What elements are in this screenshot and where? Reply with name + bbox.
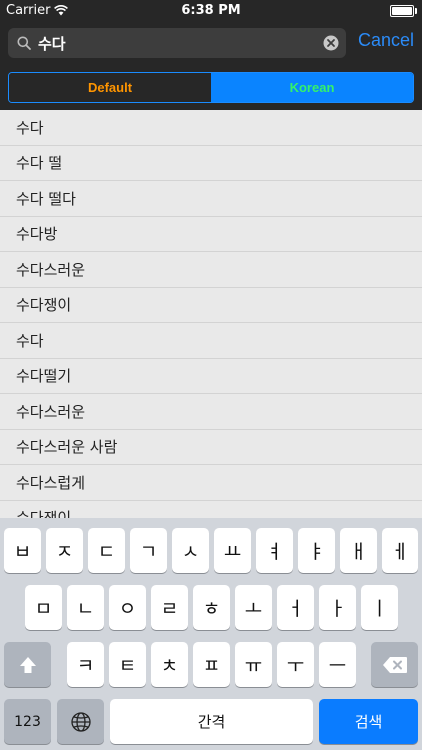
globe-icon bbox=[70, 711, 91, 732]
numbers-key[interactable]: 123 bbox=[4, 699, 51, 744]
list-item[interactable]: 수다스러운 bbox=[0, 252, 422, 288]
shift-key[interactable] bbox=[4, 642, 51, 687]
list-item[interactable]: 수다스럽게 bbox=[0, 465, 422, 501]
key[interactable]: ㅌ bbox=[109, 642, 146, 687]
korean-keyboard: ㅂ ㅈ ㄷ ㄱ ㅅ ㅛ ㅕ ㅑ ㅐ ㅔ ㅁ ㄴ ㅇ ㄹ ㅎ ㅗ ㅓ ㅏ ㅣ ㅋ … bbox=[0, 518, 422, 750]
key[interactable]: ㅜ bbox=[277, 642, 314, 687]
list-item[interactable]: 수다 떨다 bbox=[0, 181, 422, 217]
key[interactable]: ㄴ bbox=[67, 585, 104, 630]
list-item[interactable]: 수다 떨 bbox=[0, 146, 422, 181]
key[interactable]: ㄷ bbox=[88, 528, 125, 573]
list-item[interactable]: 수다 bbox=[0, 110, 422, 146]
segment-default[interactable]: Default bbox=[9, 73, 211, 102]
segmented-control: Default Korean bbox=[8, 72, 414, 103]
scope-bar: Default Korean bbox=[0, 66, 422, 110]
wifi-icon bbox=[54, 5, 69, 16]
key[interactable]: ㅑ bbox=[298, 528, 335, 573]
key[interactable]: ㅠ bbox=[235, 642, 272, 687]
globe-key[interactable] bbox=[57, 699, 104, 744]
backspace-key[interactable] bbox=[371, 642, 418, 687]
key[interactable]: ㅁ bbox=[25, 585, 62, 630]
key[interactable]: ㅈ bbox=[46, 528, 83, 573]
backspace-icon bbox=[382, 656, 407, 673]
key[interactable]: ㅍ bbox=[193, 642, 230, 687]
key[interactable]: ㅣ bbox=[361, 585, 398, 630]
search-icon bbox=[17, 36, 31, 50]
key[interactable]: ㄱ bbox=[130, 528, 167, 573]
key[interactable]: ㅊ bbox=[151, 642, 188, 687]
clear-icon[interactable] bbox=[323, 35, 339, 51]
key[interactable]: ㅅ bbox=[172, 528, 209, 573]
search-query[interactable]: 수다 bbox=[38, 33, 66, 54]
key[interactable]: ㄹ bbox=[151, 585, 188, 630]
search-bar: 수다 Cancel bbox=[0, 22, 422, 66]
carrier-label: Carrier bbox=[6, 3, 51, 18]
key[interactable]: ㅎ bbox=[193, 585, 230, 630]
segment-korean[interactable]: Korean bbox=[211, 73, 413, 102]
key[interactable]: ㅋ bbox=[67, 642, 104, 687]
battery-icon bbox=[390, 5, 417, 17]
cancel-button[interactable]: Cancel bbox=[358, 30, 414, 51]
key[interactable]: ㅇ bbox=[109, 585, 146, 630]
list-item[interactable]: 수다스러운 bbox=[0, 394, 422, 430]
key[interactable]: ㅓ bbox=[277, 585, 314, 630]
key[interactable]: ㅔ bbox=[382, 528, 418, 573]
key[interactable]: ㅗ bbox=[235, 585, 272, 630]
key[interactable]: ㅏ bbox=[319, 585, 356, 630]
status-bar: Carrier 6:38 PM bbox=[0, 0, 422, 22]
key[interactable]: ㅡ bbox=[319, 642, 356, 687]
key[interactable]: ㅐ bbox=[340, 528, 377, 573]
key[interactable]: ㅂ bbox=[4, 528, 41, 573]
shift-icon bbox=[19, 656, 36, 673]
list-item[interactable]: 수다스러운 사람 bbox=[0, 430, 422, 465]
key[interactable]: ㅕ bbox=[256, 528, 293, 573]
list-item[interactable]: 수다떨기 bbox=[0, 359, 422, 394]
search-input[interactable]: 수다 bbox=[8, 28, 346, 58]
search-key[interactable]: 검색 bbox=[319, 699, 418, 744]
list-item[interactable]: 수다방 bbox=[0, 217, 422, 252]
list-item[interactable]: 수다쟁이 bbox=[0, 288, 422, 323]
space-key[interactable]: 간격 bbox=[110, 699, 313, 744]
list-item[interactable]: 수다 bbox=[0, 323, 422, 359]
results-list: 수다 수다 떨 수다 떨다 수다방 수다스러운 수다쟁이 수다 수다떨기 수다스… bbox=[0, 110, 422, 520]
key[interactable]: ㅛ bbox=[214, 528, 251, 573]
